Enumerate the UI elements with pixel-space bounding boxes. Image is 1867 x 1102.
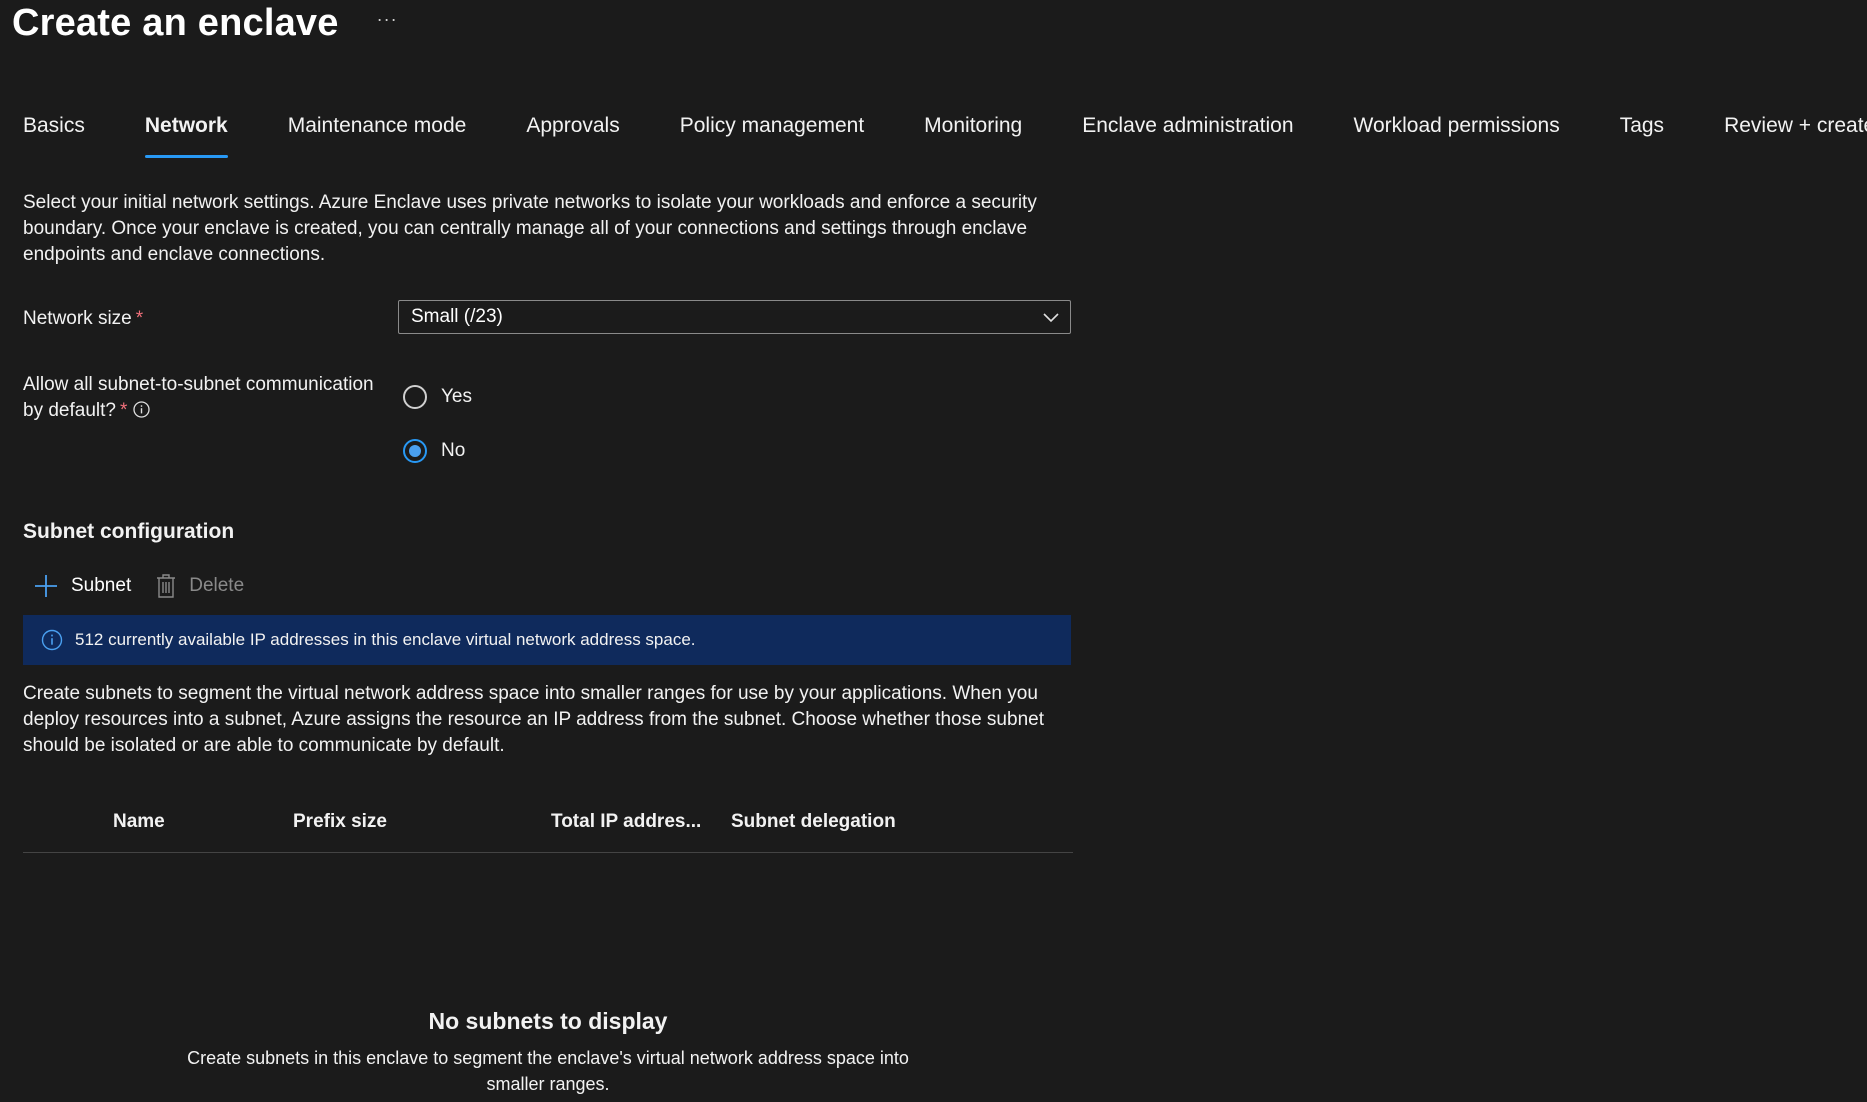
page-title: Create an enclave bbox=[12, 2, 339, 44]
subnet-config-title: Subnet configuration bbox=[23, 520, 235, 543]
subnet-comm-label-line2-wrap: by default? * bbox=[23, 398, 374, 424]
network-size-label: Network size * bbox=[23, 306, 143, 332]
tab-approvals[interactable]: Approvals bbox=[526, 114, 619, 158]
radio-yes-circle[interactable] bbox=[403, 385, 427, 409]
required-mark: * bbox=[135, 308, 144, 329]
info-banner-text: 512 currently available IP addresses in … bbox=[75, 630, 696, 649]
subnet-table-header: Name Prefix size Total IP addres... Subn… bbox=[23, 795, 1073, 853]
subnet-comm-row: Allow all subnet-to-subnet communication… bbox=[23, 372, 374, 424]
tab-basics[interactable]: Basics bbox=[23, 114, 85, 158]
tab-network[interactable]: Network bbox=[144, 114, 228, 158]
chevron-down-icon bbox=[1043, 313, 1059, 323]
info-banner: 512 currently available IP addresses in … bbox=[23, 615, 1071, 665]
subnet-toolbar: Subnet Delete bbox=[33, 568, 268, 604]
column-subnet-delegation[interactable]: Subnet delegation bbox=[731, 811, 896, 833]
network-form: Select your initial network settings. Az… bbox=[23, 190, 1073, 1094]
trash-icon bbox=[157, 574, 176, 598]
network-size-dropdown[interactable]: Small (/23) bbox=[398, 300, 1071, 334]
intro-text: Select your initial network settings. Az… bbox=[23, 192, 1037, 265]
radio-yes-label: Yes bbox=[441, 386, 472, 407]
radio-no-label: No bbox=[441, 440, 466, 461]
column-total-ip-addresses[interactable]: Total IP addres... bbox=[551, 811, 701, 833]
info-icon bbox=[41, 629, 63, 651]
empty-state-description: Create subnets in this enclave to segmen… bbox=[187, 1048, 909, 1094]
radio-no-circle[interactable] bbox=[403, 439, 427, 463]
empty-state: No subnets to display Create subnets in … bbox=[23, 1008, 1073, 1097]
required-mark: * bbox=[119, 400, 128, 421]
tab-enclave-administration[interactable]: Enclave administration bbox=[1082, 114, 1293, 158]
subnet-comm-label-line2: by default? bbox=[23, 400, 116, 421]
page-header: Create an enclave ··· bbox=[12, 2, 398, 45]
info-icon[interactable] bbox=[133, 401, 151, 418]
tab-review-create[interactable]: Review + create bbox=[1724, 114, 1867, 158]
tab-policy-management[interactable]: Policy management bbox=[680, 114, 864, 158]
tab-monitoring[interactable]: Monitoring bbox=[924, 114, 1022, 158]
network-size-value: Small (/23) bbox=[411, 306, 503, 327]
delete-button[interactable]: Delete bbox=[155, 573, 244, 599]
more-options-button[interactable]: ··· bbox=[377, 9, 398, 30]
tab-maintenance-mode[interactable]: Maintenance mode bbox=[288, 114, 467, 158]
add-subnet-label: Subnet bbox=[71, 575, 132, 596]
delete-label: Delete bbox=[189, 575, 245, 596]
subnet-comm-radio-group: Yes No bbox=[403, 382, 472, 490]
wizard-tabs: Basics Network Maintenance mode Approval… bbox=[0, 114, 1867, 158]
network-size-label-text: Network size bbox=[23, 308, 132, 329]
plus-icon bbox=[35, 575, 57, 597]
tab-workload-permissions[interactable]: Workload permissions bbox=[1354, 114, 1560, 158]
column-prefix-size[interactable]: Prefix size bbox=[293, 811, 387, 833]
subnet-description: Create subnets to segment the virtual ne… bbox=[23, 683, 1044, 756]
subnet-comm-label-line1: Allow all subnet-to-subnet communication bbox=[23, 374, 374, 395]
empty-state-title: No subnets to display bbox=[428, 1008, 668, 1034]
network-size-row: Network size * bbox=[23, 306, 143, 332]
radio-no[interactable]: No bbox=[403, 436, 472, 466]
radio-yes[interactable]: Yes bbox=[403, 382, 472, 412]
add-subnet-button[interactable]: Subnet bbox=[33, 573, 131, 599]
tab-tags[interactable]: Tags bbox=[1620, 114, 1664, 158]
column-name[interactable]: Name bbox=[113, 811, 165, 833]
